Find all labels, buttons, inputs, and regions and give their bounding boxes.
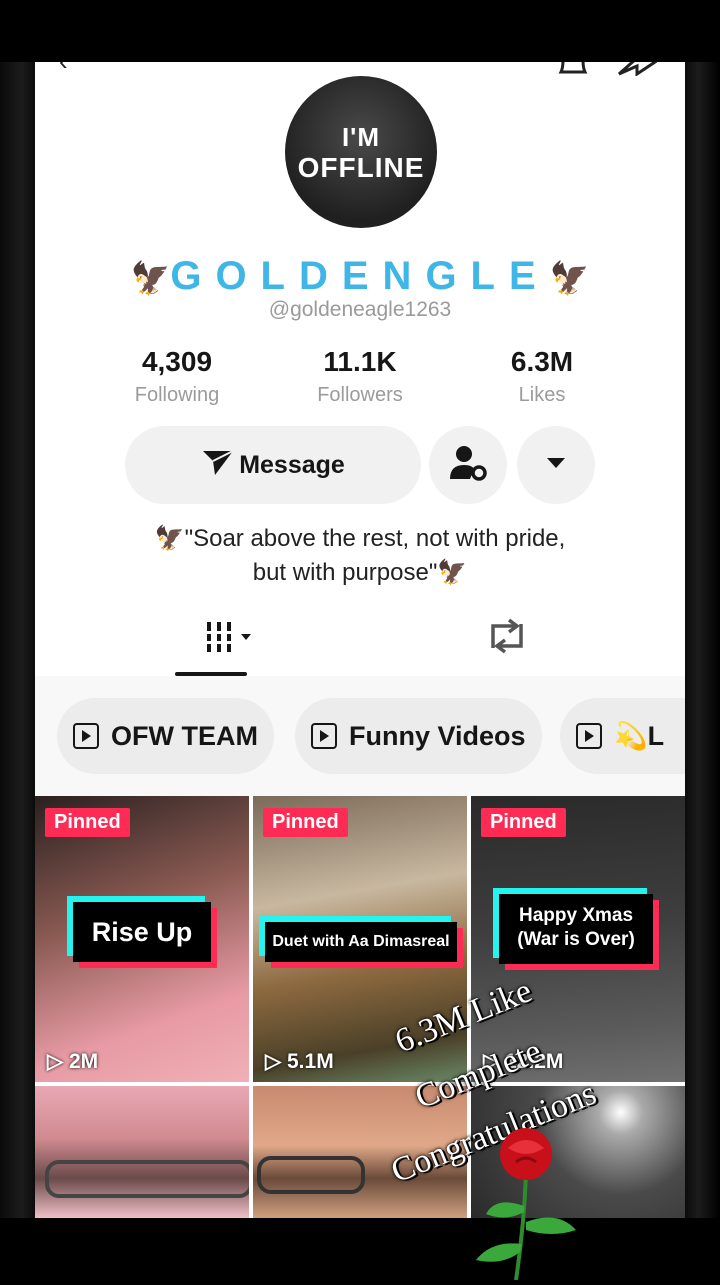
display-name-text: GOLDENGLE — [170, 254, 550, 298]
pinned-badge: Pinned — [263, 808, 348, 837]
top-black-bar — [0, 0, 720, 62]
eagle-icon: 🦅 — [130, 260, 171, 296]
rose-icon — [466, 1126, 596, 1285]
stat-label: Followers — [317, 384, 403, 406]
message-button-label: Message — [239, 450, 345, 479]
glasses-shape — [257, 1156, 365, 1194]
avatar-text-line1: I'M — [341, 122, 381, 152]
playlist-label: 💫L — [614, 721, 665, 751]
bell-icon[interactable] — [555, 62, 591, 80]
play-icon: ▷ — [47, 1050, 64, 1073]
avatar[interactable]: I'M OFFLINE — [285, 76, 437, 228]
user-settings-icon — [446, 443, 490, 488]
playlist-icon — [311, 723, 337, 749]
view-count-value: 5.1M — [287, 1050, 334, 1073]
playlist-row: OFW TEAM Funny Videos 💫L — [35, 676, 685, 796]
video-thumbnail[interactable]: Pinned Rise Up ▷ 2M — [35, 796, 249, 1082]
stat-value: 11.1K — [323, 346, 397, 377]
friends-settings-button[interactable] — [429, 426, 507, 504]
video-title: Rise Up — [73, 902, 211, 962]
playlist-icon — [576, 723, 602, 749]
repost-icon[interactable] — [485, 618, 529, 663]
stat-following[interactable]: 4,309 Following — [97, 346, 257, 407]
bio: 🦅"Soar above the rest, not with pride, b… — [35, 522, 685, 590]
view-count-value: 2M — [69, 1050, 99, 1073]
playlist-chip[interactable]: Funny Videos — [295, 698, 542, 774]
stat-value: 6.3M — [510, 346, 574, 377]
back-icon[interactable]: ‹ — [59, 62, 68, 74]
view-count: ▷ 2M — [47, 1049, 98, 1074]
view-count: ▷ 5.1M — [265, 1049, 334, 1074]
stat-label: Likes — [518, 384, 566, 406]
stat-followers[interactable]: 11.1K Followers — [280, 346, 440, 407]
avatar-text-line2: OFFLINE — [297, 152, 425, 183]
share-icon[interactable] — [617, 62, 658, 80]
username-handle: @goldeneagle1263 — [268, 298, 452, 321]
more-options-button[interactable] — [517, 426, 595, 504]
message-button[interactable]: Message — [125, 426, 421, 504]
video-title-line: Happy Xmas — [518, 905, 634, 926]
play-icon: ▷ — [265, 1050, 282, 1073]
display-name: 🦅GOLDENGLE🦅 — [35, 254, 685, 299]
playlist-icon — [73, 723, 99, 749]
stat-likes[interactable]: 6.3M Likes — [462, 346, 622, 407]
pinned-badge: Pinned — [481, 808, 566, 837]
playlist-label: Funny Videos — [349, 720, 526, 751]
playlist-label: OFW TEAM — [111, 720, 258, 751]
pinned-badge: Pinned — [45, 808, 130, 837]
video-title-line: (War is Over) — [517, 929, 635, 950]
content-tabs — [35, 614, 685, 676]
stat-label: Following — [134, 384, 220, 406]
video-title: Happy Xmas (War is Over) — [499, 894, 653, 964]
congratulations-overlay: 6.3M Like Complete Congratulations — [372, 960, 672, 1281]
bio-line: but with purpose"🦅 — [252, 559, 468, 586]
video-thumbnail[interactable] — [35, 1086, 249, 1218]
eagle-icon: 🦅 — [549, 260, 590, 296]
bio-line: 🦅"Soar above the rest, not with pride, — [154, 525, 566, 552]
dropdown-arrow-icon — [545, 456, 567, 475]
video-title: Duet with Aa Dimasreal — [265, 922, 457, 962]
paper-plane-icon — [201, 447, 235, 484]
glasses-shape — [45, 1160, 249, 1198]
playlist-chip[interactable]: OFW TEAM — [57, 698, 274, 774]
playlist-chip[interactable]: 💫L — [560, 698, 685, 774]
stat-value: 4,309 — [141, 346, 213, 377]
tab-videos[interactable] — [205, 620, 255, 662]
